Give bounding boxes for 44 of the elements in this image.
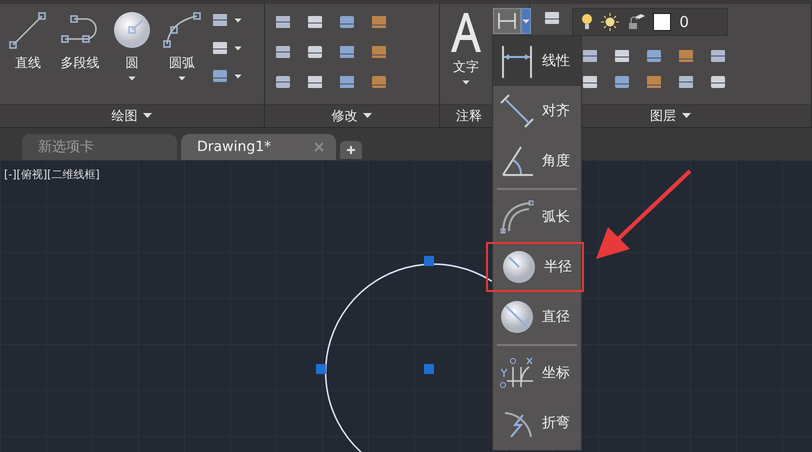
menu-item[interactable]: 折弯 [493, 398, 581, 448]
caret-icon [363, 113, 372, 119]
panel-title[interactable]: 图层 [646, 107, 696, 125]
radius-icon [501, 249, 537, 285]
menu-item[interactable]: 直径 [493, 292, 581, 342]
menu-item[interactable]: 对齐 [493, 86, 581, 136]
layer-name: 0 [679, 13, 689, 31]
line-icon [8, 10, 48, 50]
text-tool-button[interactable]: 文字 [446, 8, 486, 104]
line-tool-button[interactable]: 直线 [6, 8, 50, 104]
diameter-icon [499, 299, 535, 335]
circle-tool-button[interactable]: 圆 [110, 8, 154, 104]
arc-icon [162, 10, 202, 50]
dimension-dropdown-button[interactable] [521, 8, 531, 34]
new-tab-button[interactable] [340, 141, 362, 159]
viewport-label[interactable]: [-][俯视][二维线框] [4, 167, 100, 182]
file-tab[interactable]: Drawing1* [181, 134, 336, 160]
unlock-icon [627, 13, 646, 31]
panel-title[interactable]: 绘图 [107, 107, 156, 125]
caret-icon [143, 113, 152, 119]
linear-dimension-icon [499, 43, 535, 79]
lightbulb-icon [581, 13, 594, 31]
menu-item[interactable]: 半径 [495, 244, 579, 290]
menu-item[interactable]: 角度 [493, 136, 581, 186]
caret-icon [682, 113, 692, 119]
caret-icon[interactable] [234, 18, 242, 22]
linear-dimension-icon [497, 12, 517, 30]
sun-icon [601, 13, 620, 31]
menu-item[interactable]: 坐标 [493, 348, 581, 398]
layer-dropdown[interactable]: 0 [572, 8, 728, 36]
menu-item[interactable]: 弧长 [493, 192, 581, 242]
dimension-button[interactable] [493, 8, 521, 34]
color-swatch [653, 13, 672, 31]
arc-length-icon [499, 199, 535, 235]
ordinate-icon [499, 355, 535, 391]
menu-item[interactable]: 线性 [493, 36, 581, 86]
polyline-tool-button[interactable]: 多段线 [56, 8, 104, 104]
plus-icon [347, 146, 355, 154]
aligned-dimension-icon [499, 93, 535, 129]
caret-icon[interactable] [234, 74, 242, 78]
circle-icon [112, 10, 152, 50]
caret-icon[interactable] [234, 46, 242, 50]
arc-tool-button[interactable]: 圆弧 [160, 8, 204, 104]
caret-icon [522, 18, 530, 24]
